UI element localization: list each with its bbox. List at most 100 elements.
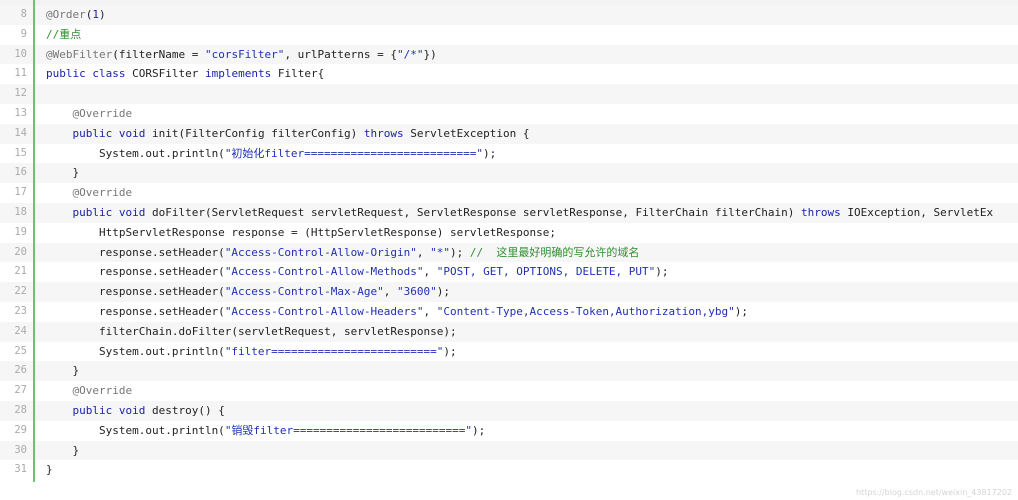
line-number: 22	[14, 285, 27, 298]
code-token: "*"	[430, 245, 450, 259]
gutter-border	[33, 0, 35, 482]
code-line: 20 response.setHeader("Access-Control-Al…	[0, 242, 1018, 263]
line-number: 25	[14, 344, 27, 357]
code-line: 30 }	[0, 440, 1018, 461]
line-code: public void destroy() {	[46, 401, 225, 421]
code-token: void	[118, 126, 146, 140]
code-token: System.out.println(	[46, 146, 225, 160]
code-token: public	[46, 67, 86, 81]
code-token: "Content-Type,Access-Token,Authorization…	[436, 305, 735, 318]
code-token: response.setHeader(	[46, 245, 225, 259]
code-token: "Access-Control-Allow-Origin"	[224, 245, 417, 259]
code-line: 10 @WebFilter(filterName = "corsFilter", …	[0, 44, 1018, 65]
line-number: 11	[14, 67, 27, 80]
code-line: 22 response.setHeader("Access-Control-Ma…	[0, 282, 1018, 302]
line-code: @Override	[46, 381, 133, 401]
line-number: 19	[14, 225, 27, 238]
code-token: }	[46, 166, 80, 180]
code-token: @Override	[72, 107, 133, 120]
line-code: HttpServletResponse response = (HttpServ…	[46, 223, 556, 243]
code-token: Filter{	[271, 67, 325, 81]
code-token: "/*"	[397, 47, 424, 61]
code-line: 13 @Override	[0, 104, 1018, 124]
code-token: }	[46, 443, 80, 457]
code-line: 26 }	[0, 361, 1018, 382]
code-line: 29 System.out.println("销毁filter=========…	[0, 421, 1018, 441]
line-code: System.out.println("filter==============…	[46, 342, 457, 362]
code-token: @Override	[72, 186, 133, 200]
code-token: "POST, GET, OPTIONS, DELETE, PUT"	[436, 265, 656, 279]
code-line: 9 //重点	[0, 25, 1018, 45]
line-code: @Order(1)	[46, 5, 106, 25]
code-token: "Access-Control-Max-Age"	[224, 285, 384, 299]
code-token: "filter========================="	[224, 344, 444, 358]
line-number: 18	[14, 206, 27, 218]
code-token: public	[72, 206, 113, 219]
code-token: "Access-Control-Allow-Methods"	[224, 265, 424, 279]
code-token: @Override	[72, 384, 133, 398]
line-code: response.setHeader("Access-Control-Allow…	[46, 262, 669, 282]
line-number: 30	[14, 443, 27, 456]
code-token: );	[443, 344, 457, 358]
code-token: System.out.println(	[46, 423, 225, 437]
code-token: throws	[801, 206, 841, 219]
code-token: }	[46, 463, 53, 477]
code-token: ,	[423, 265, 437, 279]
code-token: @WebFilter	[46, 47, 113, 61]
line-number: 26	[14, 364, 27, 377]
code-line: 14 public void init(FilterConfig filterC…	[0, 123, 1018, 144]
line-code: }	[46, 460, 53, 480]
line-number: 13	[14, 107, 27, 119]
code-token: @Order	[46, 8, 86, 21]
line-code: @WebFilter(filterName = "corsFilter", ur…	[46, 45, 437, 65]
code-token: "销毁filter=========================="	[224, 423, 472, 437]
code-token: response.setHeader(	[46, 305, 225, 318]
line-number: 9	[20, 27, 27, 40]
code-token: System.out.println(	[46, 344, 225, 358]
line-number: 17	[14, 186, 27, 199]
code-token: filterChain.doFilter(servletRequest, ser…	[46, 324, 457, 338]
code-token: 1	[92, 8, 99, 21]
code-line: 8 @Order(1)	[0, 5, 1018, 25]
code-line: 25 System.out.println("filter===========…	[0, 342, 1018, 362]
code-token: class	[92, 67, 126, 81]
code-token: ,	[423, 305, 437, 318]
code-editor: 8 @Order(1) 9 //重点 10 @WebFilter(filterName =…	[0, 0, 1018, 500]
code-token: doFilter(ServletRequest servletRequest, …	[145, 206, 802, 219]
code-token: public	[72, 404, 113, 417]
code-line: 12	[0, 84, 1018, 104]
line-code: System.out.println("初始化filter===========…	[46, 144, 496, 164]
code-token: );	[471, 423, 486, 437]
line-number: 14	[14, 126, 27, 139]
line-code: @Override	[46, 183, 133, 203]
line-number: 15	[14, 146, 27, 159]
line-number: 31	[14, 463, 27, 476]
code-token: void	[118, 404, 146, 417]
code-token: , urlPatterns = {	[284, 47, 398, 61]
code-token: "3600"	[397, 285, 437, 299]
code-token: );	[450, 245, 470, 259]
line-number: 24	[14, 324, 27, 337]
code-token: );	[482, 146, 497, 160]
code-token: (filterName =	[112, 47, 205, 61]
code-token: ,	[416, 245, 431, 259]
code-token: response.setHeader(	[46, 265, 225, 279]
line-number: 12	[14, 87, 27, 100]
code-token: ServletException {	[403, 126, 530, 140]
line-number: 20	[14, 245, 27, 258]
line-number: 16	[14, 166, 27, 179]
code-token: void	[118, 206, 146, 219]
line-code: filterChain.doFilter(servletRequest, ser…	[46, 322, 457, 342]
code-token: )	[99, 8, 106, 21]
code-line: 28 public void destroy() {	[0, 401, 1018, 421]
watermark: https://blog.csdn.net/weixin_43817202	[855, 488, 1012, 497]
code-token: "初始化filter=========================="	[224, 146, 483, 160]
code-token: implements	[204, 67, 272, 81]
code-token: })	[423, 47, 437, 61]
code-token: destroy() {	[145, 404, 225, 417]
